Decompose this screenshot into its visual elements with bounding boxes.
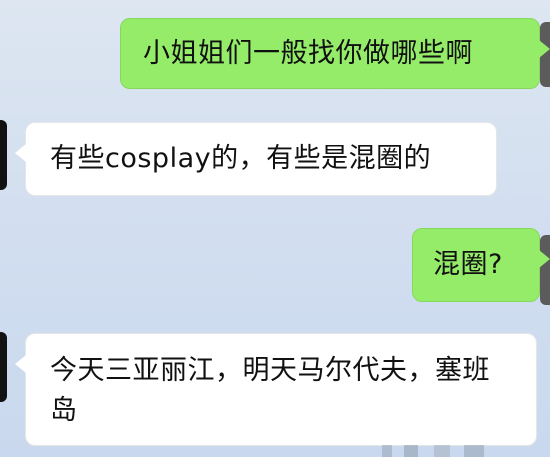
message-bubble-incoming[interactable]: 有些cosplay的，有些是混圈的: [15, 122, 497, 196]
message-bubble-incoming[interactable]: 今天三亚丽江，明天马尔代夫，塞班岛: [15, 333, 537, 446]
bubble-tail: [539, 250, 550, 268]
chat-thread: 小姐姐们一般找你做哪些啊 有些cosplay的，有些是混圈的 混圈? 今天三亚丽…: [0, 0, 550, 457]
message-text: 混圈?: [433, 249, 503, 280]
self-avatar-edge[interactable]: [540, 235, 550, 305]
contact-avatar[interactable]: [0, 332, 7, 402]
bubble-tail: [539, 40, 550, 58]
contact-avatar[interactable]: [0, 120, 7, 190]
bubble-tail: [15, 355, 26, 373]
message-bubble-outgoing[interactable]: 小姐姐们一般找你做哪些啊: [120, 18, 550, 89]
message-text: 有些cosplay的，有些是混圈的: [50, 143, 432, 174]
message-text: 今天三亚丽江，明天马尔代夫，塞班岛: [50, 355, 490, 426]
message-bubble-outgoing[interactable]: 混圈?: [412, 228, 550, 302]
message-text: 小姐姐们一般找你做哪些啊: [143, 38, 473, 69]
bubble-tail: [15, 144, 26, 162]
background-skyline: [374, 445, 524, 457]
